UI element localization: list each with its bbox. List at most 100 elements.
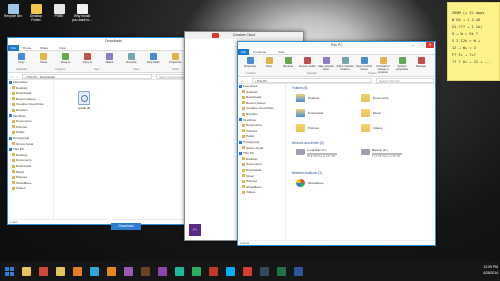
back-arrow-icon[interactable]: ←	[240, 78, 244, 83]
word-icon[interactable]	[291, 264, 305, 278]
desktop-icon-label: Desktop Folder	[29, 14, 43, 22]
access-media-icon	[303, 57, 311, 64]
photoshop-icon[interactable]	[87, 264, 101, 278]
ribbon-button-label: Uninstall or change a program	[376, 65, 390, 74]
ribbon-button[interactable]: System properties	[393, 57, 411, 71]
desktop-icon[interactable]: Recycle Bin	[2, 4, 24, 19]
start-button[interactable]	[2, 264, 16, 278]
paste-icon	[40, 53, 47, 60]
audition-icon[interactable]	[172, 264, 186, 278]
nav-item-label: Dropbox	[246, 111, 258, 116]
address-bar[interactable]: › This PC	[252, 78, 372, 83]
nav-item-icon	[242, 146, 245, 150]
forward-arrow-icon[interactable]: →	[245, 78, 249, 83]
close-button[interactable]: ✕	[426, 42, 434, 48]
this-pc-window[interactable]: This PC – □ ✕ File Computer View Propertie…	[237, 41, 436, 246]
desktop-icon[interactable]: Why would you want to...	[71, 4, 93, 23]
ribbon-button-label: Add a network location	[336, 65, 354, 71]
folder-item[interactable]: Desktop	[296, 94, 356, 104]
acrobat-icon[interactable]	[206, 264, 220, 278]
folder-icon	[361, 109, 370, 117]
back-arrow-icon[interactable]: ←	[10, 74, 14, 79]
premiere-icon[interactable]	[121, 264, 135, 278]
maximize-button[interactable]: □	[418, 42, 426, 48]
recycle-bin-icon	[7, 4, 19, 14]
ribbon-button[interactable]: Properties	[241, 57, 259, 68]
ribbon-group-label: Organize	[55, 68, 66, 71]
ribbon-button[interactable]: Open Control Panel	[355, 57, 373, 71]
bridge-icon[interactable]	[138, 264, 152, 278]
nav-item-icon	[242, 135, 245, 139]
folder-item[interactable]: Downloads	[296, 109, 356, 119]
ribbon-button[interactable]: Rename	[121, 53, 142, 64]
desktop-icon[interactable]: PSBE	[48, 4, 70, 19]
delete-icon	[106, 53, 113, 60]
nav-item-label: Creative Cloud Files	[16, 102, 44, 107]
nav-item-icon	[12, 86, 15, 90]
ribbon-button-label: Properties	[243, 65, 257, 68]
minimize-button[interactable]: –	[409, 42, 417, 48]
folder-item[interactable]: Videos	[361, 124, 421, 134]
nav-item-label: Simon Aynat	[16, 141, 34, 146]
media-encoder-icon[interactable]	[257, 264, 271, 278]
folders-header[interactable]: Folders (6)	[292, 86, 307, 90]
ribbon-button[interactable]: New folder	[143, 53, 164, 64]
nav-item-label: Recent places	[246, 100, 266, 105]
network-location[interactable]: ShowMeee	[296, 179, 356, 189]
nav-item-label: Homegroup	[243, 139, 260, 144]
download-button[interactable]: Download	[111, 223, 141, 230]
ribbon-group-label: Select	[172, 68, 180, 71]
ribbon-button[interactable]: Properties	[165, 53, 186, 64]
file-item[interactable]: amtlib.dll	[76, 91, 92, 110]
sticky-line: 9 → W = 9k ?	[452, 32, 478, 36]
ribbon-button[interactable]: Copy to	[77, 53, 98, 64]
chrome-icon[interactable]	[36, 264, 50, 278]
nav-item-label: Desktop	[246, 89, 258, 94]
drive-free: 1.12 TB free of 1.81 TB	[372, 155, 400, 158]
ribbon-button[interactable]: Rename	[279, 57, 297, 68]
skype-icon[interactable]	[223, 264, 237, 278]
uninstall-or-change-a-program-icon	[379, 57, 387, 64]
firefox-icon[interactable]	[70, 264, 84, 278]
devices-header[interactable]: Devices and drives (2)	[292, 141, 324, 145]
folder-item[interactable]: Pictures	[296, 124, 356, 134]
title-bar[interactable]: This PC – □ ✕	[238, 42, 435, 49]
nav-item[interactable]: Videos	[8, 186, 53, 192]
folder-item[interactable]: Music	[361, 109, 421, 119]
nav-item-label: Recent places	[16, 96, 36, 101]
after-effects-icon[interactable]	[155, 264, 169, 278]
nav-item-label: Dropbox	[16, 107, 28, 112]
sticky-note[interactable]: ZOOM (+ 1% apps W 64 → 1 2.40 X1.??? → 1 1…	[447, 2, 500, 81]
drive-item[interactable]: Backup (E:) 1.12 TB free of 1.81 TB	[361, 148, 423, 158]
sticky-line: S 2 12k = W +	[452, 39, 481, 43]
excel-icon[interactable]	[274, 264, 288, 278]
creative-cloud-icon[interactable]	[240, 264, 254, 278]
folder-icon[interactable]	[53, 264, 67, 278]
ribbon-button[interactable]: Open	[260, 57, 278, 68]
dreamweaver-icon[interactable]	[189, 264, 203, 278]
search-input[interactable]: Search This PC	[376, 78, 434, 83]
ribbon-button[interactable]: Move to	[55, 53, 76, 64]
address-bar[interactable]: › This PC › Downloads	[22, 74, 152, 79]
drive-item[interactable]: Local Disk (C:) 65.8 GB free of 237 GB	[296, 148, 358, 158]
ribbon-button[interactable]: Delete	[99, 53, 120, 64]
desktop-icon[interactable]: Desktop Folder	[25, 4, 47, 23]
nav-item-icon	[9, 80, 12, 84]
forward-arrow-icon[interactable]: →	[15, 74, 19, 79]
system-tray[interactable]: 12:09 PM 4/28/2014	[483, 264, 498, 276]
ribbon-button[interactable]: Manage	[412, 57, 430, 68]
ribbon-button[interactable]: Map network drive	[317, 57, 335, 71]
file-explorer-icon[interactable]	[19, 264, 33, 278]
ribbon-button[interactable]: Paste	[33, 53, 54, 64]
ribbon-button[interactable]: Access media	[298, 57, 316, 68]
ribbon-button[interactable]: Copy	[11, 53, 32, 64]
folder-item[interactable]: Documents	[361, 94, 421, 104]
nav-item[interactable]: Videos	[238, 190, 285, 196]
ribbon-button[interactable]: Add a network location	[336, 57, 354, 71]
nav-item-label: Favourites	[13, 80, 28, 84]
network-header[interactable]: Network locations (1)	[292, 171, 322, 175]
illustrator-icon[interactable]	[104, 264, 118, 278]
new-folder-icon	[150, 53, 157, 60]
nav-item-label: Public	[246, 134, 255, 139]
nav-item-label: Downloads	[246, 167, 262, 172]
